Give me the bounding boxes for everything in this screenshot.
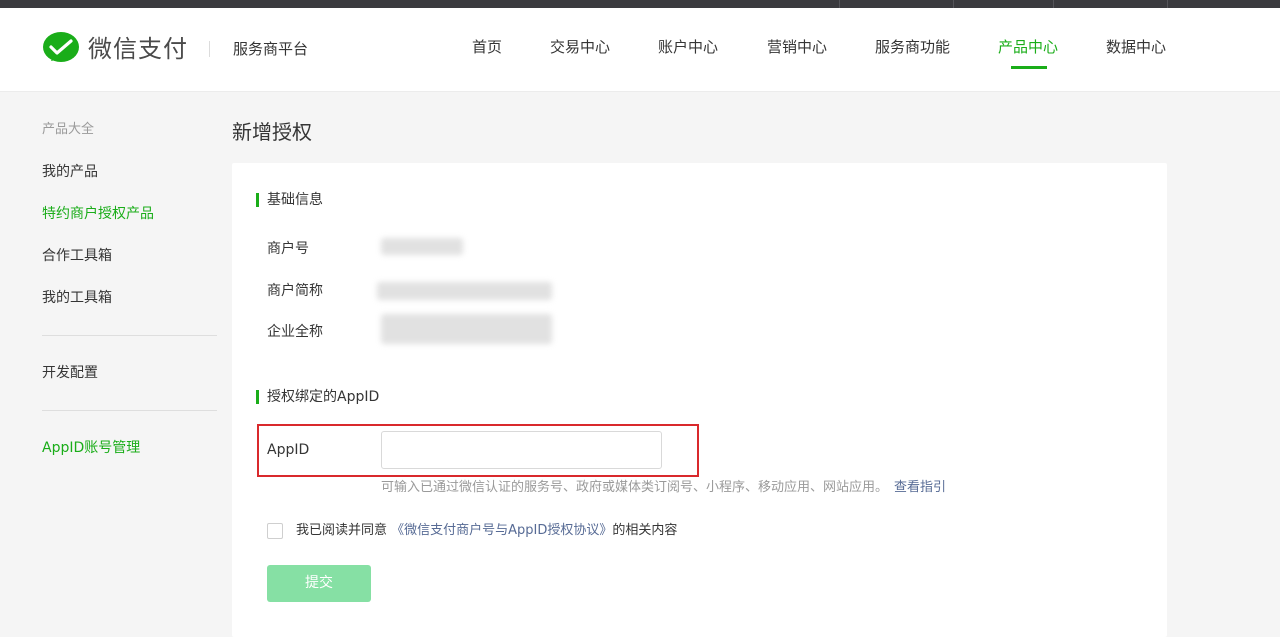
merchant-short-name-value-redacted — [377, 282, 552, 300]
merchant-short-name-label: 商户简称 — [267, 283, 323, 299]
agreement-prefix: 我已阅读并同意 — [296, 523, 388, 538]
appid-input[interactable] — [381, 431, 662, 469]
top-header: 微信支付 服务商平台 首页 交易中心 账户中心 营销中心 服务商功能 产品中心 … — [0, 8, 1280, 92]
nav-active-indicator — [1011, 66, 1047, 69]
nav-transactions[interactable]: 交易中心 — [550, 36, 610, 58]
section-title-text: 基础信息 — [267, 192, 323, 208]
sidebar-divider — [42, 410, 217, 411]
section-title-text: 授权绑定的AppID — [267, 389, 380, 405]
appid-hint: 可输入已通过微信认证的服务号、政府或媒体类订阅号、小程序、移动应用、网站应用。查… — [381, 479, 946, 497]
top-strip-divider — [953, 0, 954, 8]
nav-service-functions[interactable]: 服务商功能 — [875, 36, 950, 58]
nav-home[interactable]: 首页 — [472, 36, 502, 58]
nav-account[interactable]: 账户中心 — [658, 36, 718, 58]
merchant-id-value-redacted — [381, 238, 463, 255]
appid-label: AppID — [267, 442, 310, 458]
agreement-suffix: 的相关内容 — [612, 523, 678, 538]
sidebar-item-appid-management[interactable]: AppID账号管理 — [42, 438, 140, 458]
company-full-name-value-redacted — [381, 314, 552, 344]
agreement-checkbox[interactable] — [267, 523, 283, 539]
appid-hint-text: 可输入已通过微信认证的服务号、政府或媒体类订阅号、小程序、移动应用、网站应用。 — [381, 480, 889, 495]
agreement-link[interactable]: 《微信支付商户号与AppID授权协议》 — [391, 523, 612, 538]
top-strip — [0, 0, 1280, 8]
nav-data[interactable]: 数据中心 — [1106, 36, 1166, 58]
submit-button[interactable]: 提交 — [267, 565, 371, 602]
nav-products[interactable]: 产品中心 — [998, 36, 1058, 58]
platform-name: 服务商平台 — [233, 40, 309, 58]
brand-name: 微信支付 — [88, 35, 188, 63]
section-accent-bar — [256, 390, 259, 404]
sidebar-item-merchant-auth-products[interactable]: 特约商户授权产品 — [42, 204, 154, 224]
sidebar-item-my-toolbox[interactable]: 我的工具箱 — [42, 288, 112, 308]
sidebar-heading: 产品大全 — [42, 122, 95, 137]
brand-divider — [209, 41, 210, 57]
merchant-id-label: 商户号 — [267, 241, 309, 257]
top-strip-divider — [1167, 0, 1168, 8]
sidebar-item-dev-config[interactable]: 开发配置 — [42, 363, 98, 383]
sidebar-item-my-products[interactable]: 我的产品 — [42, 162, 98, 182]
company-full-name-label: 企业全称 — [267, 324, 323, 340]
wechat-pay-logo-icon — [43, 32, 79, 62]
nav-marketing[interactable]: 营销中心 — [767, 36, 827, 58]
sidebar-divider — [42, 335, 217, 336]
top-strip-divider — [1053, 0, 1054, 8]
view-guide-link[interactable]: 查看指引 — [894, 480, 946, 495]
top-strip-divider — [839, 0, 840, 8]
section-title-basic-info: 基础信息 — [256, 191, 323, 209]
agreement-text: 我已阅读并同意 《微信支付商户号与AppID授权协议》的相关内容 — [296, 522, 677, 540]
page-title: 新增授权 — [232, 120, 312, 144]
section-accent-bar — [256, 193, 259, 207]
sidebar-item-partner-toolbox[interactable]: 合作工具箱 — [42, 246, 112, 266]
section-title-appid: 授权绑定的AppID — [256, 388, 380, 406]
